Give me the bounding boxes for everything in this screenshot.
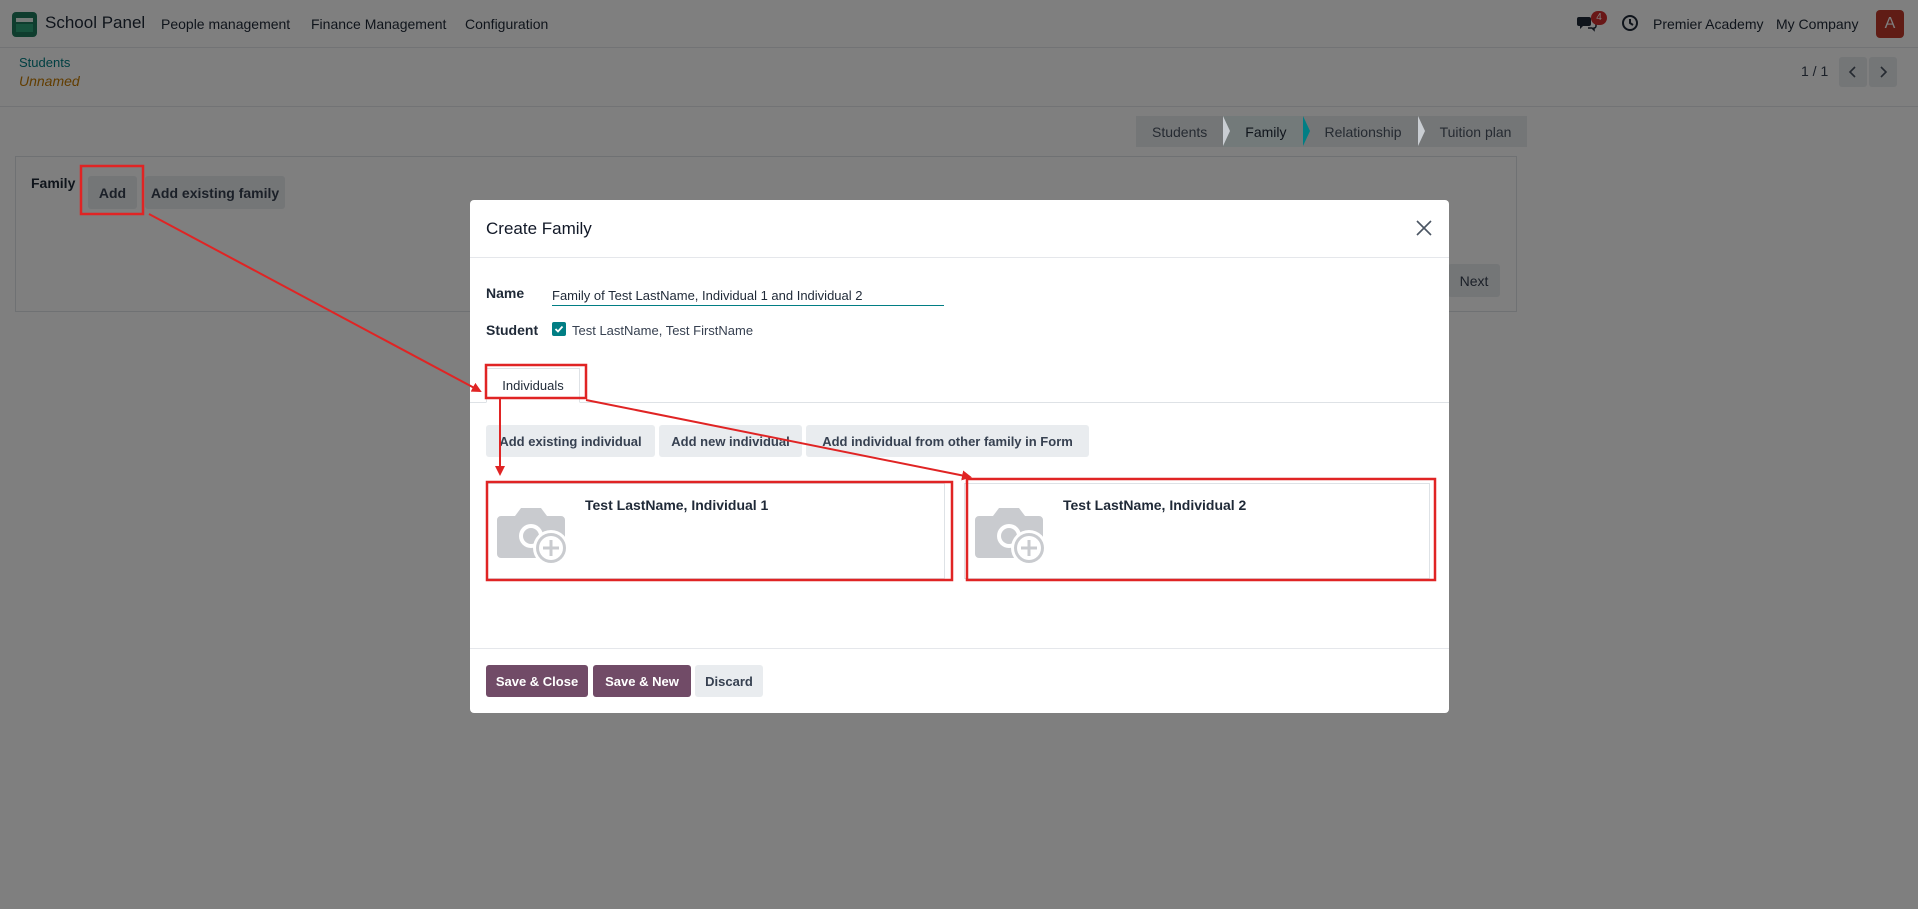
add-individual-from-other-family-button[interactable]: Add individual from other family in Form: [806, 425, 1089, 457]
tab-individuals[interactable]: Individuals: [486, 368, 580, 403]
student-label: Student: [486, 322, 539, 338]
student-checkbox[interactable]: [552, 322, 566, 336]
name-input[interactable]: [552, 286, 944, 306]
individual-name: Test LastName, Individual 2: [1063, 497, 1247, 513]
dialog-footer-divider: [470, 648, 1449, 649]
add-existing-individual-button[interactable]: Add existing individual: [486, 425, 655, 457]
add-new-individual-button[interactable]: Add new individual: [659, 425, 802, 457]
individual-name: Test LastName, Individual 1: [585, 497, 769, 513]
close-icon[interactable]: [1416, 220, 1432, 236]
save-new-button[interactable]: Save & New: [593, 665, 691, 697]
tab-divider: [470, 402, 1449, 403]
camera-plus-icon: [975, 508, 1047, 566]
camera-plus-icon: [497, 508, 569, 566]
student-value: Test LastName, Test FirstName: [572, 323, 754, 338]
dialog-title: Create Family: [486, 219, 592, 238]
save-close-button[interactable]: Save & Close: [486, 665, 588, 697]
check-icon: [554, 325, 564, 333]
dialog-header-divider: [470, 257, 1449, 258]
create-family-dialog: Create Family Name Student Test LastName…: [470, 200, 1449, 713]
name-label: Name: [486, 285, 525, 301]
individual-card[interactable]: Test LastName, Individual 2: [964, 483, 1430, 579]
tab-label: Individuals: [502, 378, 564, 393]
individual-card[interactable]: Test LastName, Individual 1: [486, 483, 945, 579]
discard-button[interactable]: Discard: [695, 665, 763, 697]
